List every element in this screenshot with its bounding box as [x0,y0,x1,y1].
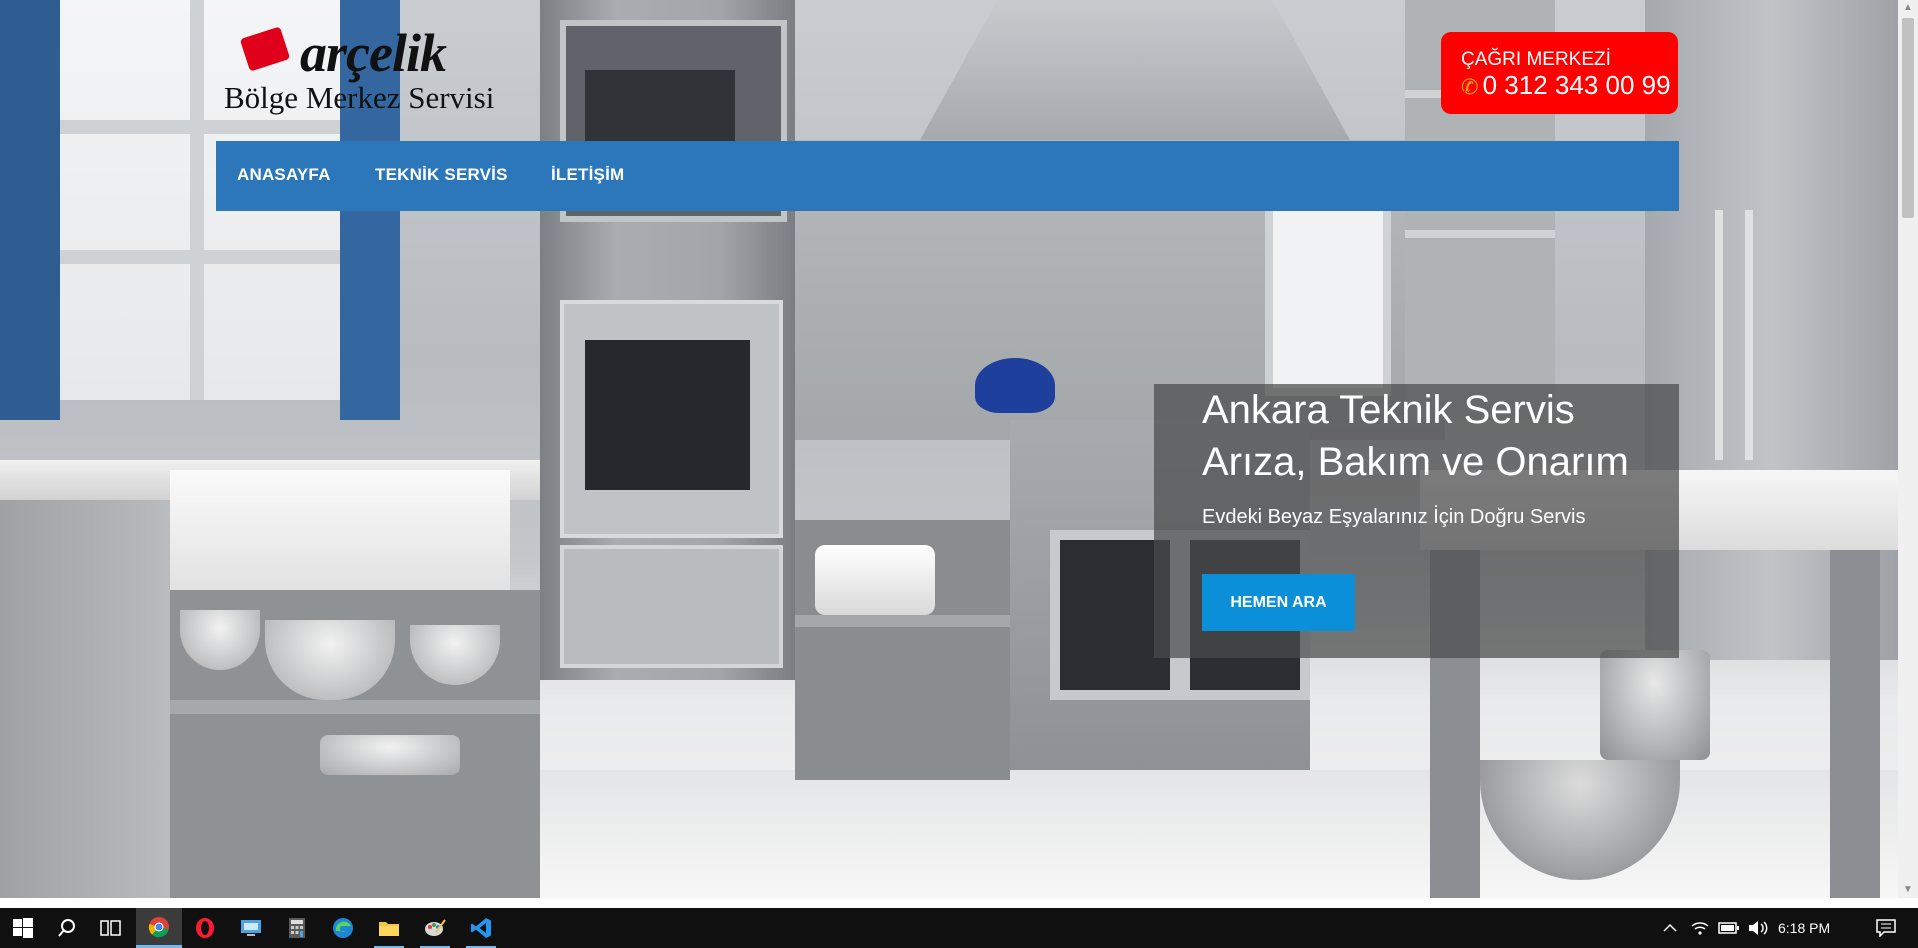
network-button[interactable] [1688,908,1712,948]
hero-title-line2: Arıza, Bakım ve Onarım [1202,440,1629,484]
paint-icon [425,919,446,936]
nav-item-teknik-servis[interactable]: TEKNİK SERVİS [375,165,508,185]
scroll-thumb[interactable] [1902,18,1914,218]
taskbar-paint[interactable] [412,908,458,948]
call-center-phone[interactable]: ✆ 0 312 343 00 99 [1461,70,1671,103]
action-center-button[interactable] [1866,908,1906,948]
kettle [975,358,1055,413]
dishwasher [0,500,170,898]
notification-icon [1876,919,1896,937]
taskbar-file-explorer[interactable] [366,908,412,948]
phone-number: 0 312 343 00 99 [1482,70,1671,100]
range-hood [920,0,1350,140]
calculator-icon [289,918,305,938]
volume-button[interactable] [1746,908,1770,948]
network-icon [1691,922,1709,935]
phone-icon: ✆ [1461,76,1479,99]
chrome-icon [148,916,169,937]
file-explorer-icon [379,922,399,936]
logo-subtitle: Bölge Merkez Servisi [224,80,495,115]
nav-item-iletisim[interactable]: İLETİŞİM [551,165,624,185]
task-view-button[interactable] [88,908,134,948]
battery-icon [1718,922,1739,934]
site-logo[interactable]: arçelik Bölge Merkez Servisi [222,22,522,117]
hero-caption: Ankara Teknik Servis Arıza, Bakım ve Ona… [1154,384,1679,658]
sink [170,470,510,594]
start-button[interactable] [0,908,46,948]
taskbar-chrome[interactable] [136,908,182,948]
opera-icon [196,918,214,938]
scroll-down-arrow-icon[interactable]: ▼ [1898,882,1918,898]
taskbar-opera[interactable] [182,908,228,948]
taskbar-vscode[interactable] [458,908,504,948]
wall-panel [0,0,60,420]
pan [320,735,460,775]
search-icon [58,919,75,937]
task-view-icon [100,920,121,936]
wall-oven [540,0,795,680]
call-center-label: ÇAĞRI MERKEZİ [1461,49,1611,70]
hero-title: Ankara Teknik Servis Arıza, Bakım ve Ona… [1202,384,1672,488]
taskbar-calculator[interactable] [274,908,320,948]
pot [1600,650,1710,760]
start-icon [13,918,33,938]
taskbar-clock[interactable]: 6:18 PM [1778,908,1830,948]
taskbar-edge[interactable] [320,908,366,948]
search-button[interactable] [44,908,90,948]
call-now-button[interactable]: HEMEN ARA [1202,574,1355,631]
call-center-box[interactable]: ÇAĞRI MERKEZİ ✆ 0 312 343 00 99 [1441,32,1678,114]
hero-title-line1: Ankara Teknik Servis [1202,388,1575,432]
plates [815,545,935,615]
remote-desktop-icon [241,920,261,936]
logo-brand: arçelik [300,23,447,83]
show-hidden-icons-button[interactable] [1660,908,1680,948]
logo-mark [239,26,291,72]
edge-icon [333,918,353,938]
scroll-up-arrow-icon[interactable]: ▲ [1898,0,1918,16]
kitchen-window [1265,200,1391,396]
hero-subtitle: Evdeki Beyaz Eşyalarınız İçin Doğru Serv… [1202,506,1586,528]
vscode-icon [471,918,491,938]
nav-item-anasayfa[interactable]: ANASAYFA [237,165,331,185]
chevron-up-icon [1663,923,1677,932]
page-scrollbar[interactable]: ▲ ▼ [1898,0,1918,898]
battery-button[interactable] [1716,908,1742,948]
main-nav: ANASAYFA TEKNİK SERVİS İLETİŞİM [216,141,1679,211]
island-leg [1830,550,1880,898]
volume-icon [1749,921,1768,935]
taskbar: 6:18 PM [0,908,1918,948]
taskbar-remote-desktop[interactable] [228,908,274,948]
